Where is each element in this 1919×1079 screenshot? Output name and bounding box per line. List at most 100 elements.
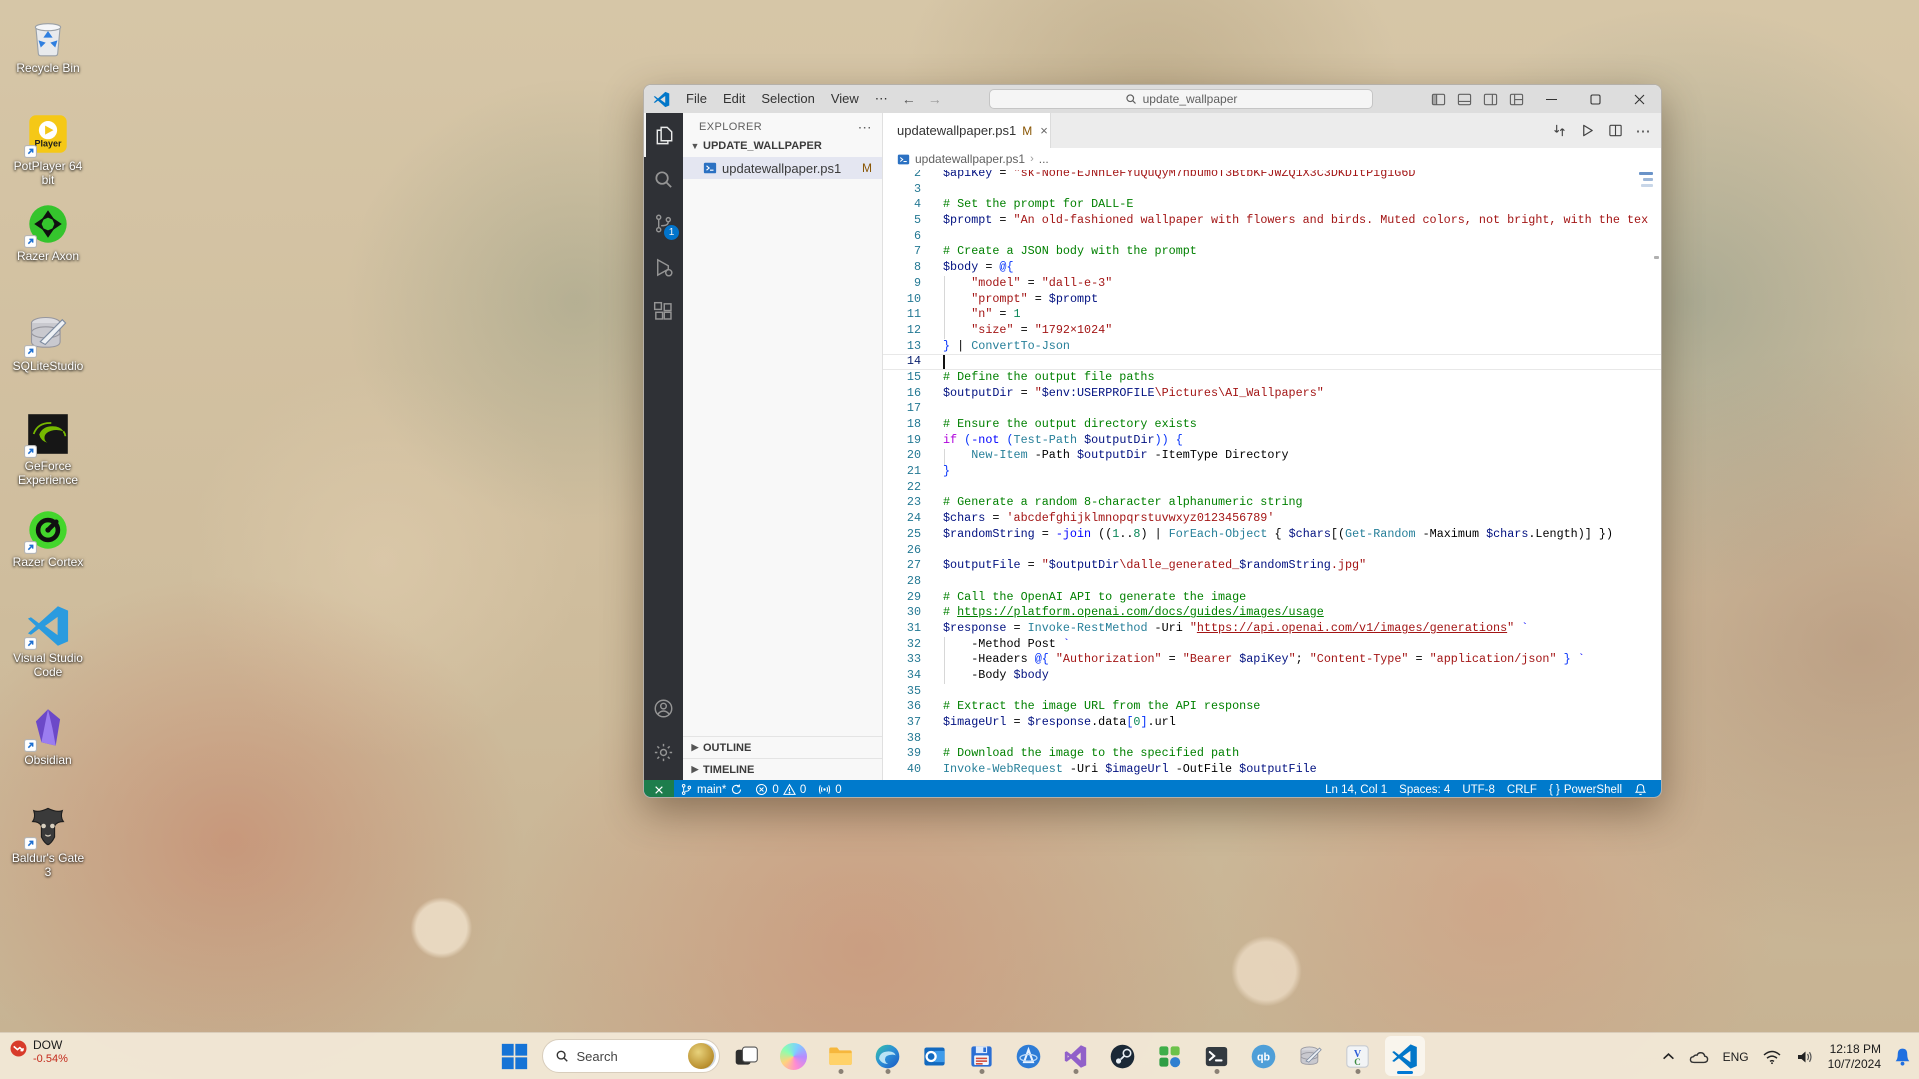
more-actions-icon[interactable]: ⋯	[1631, 119, 1655, 143]
minimize-button[interactable]	[1529, 85, 1573, 113]
file-item-updatewallpaper[interactable]: updatewallpaper.ps1 M	[683, 157, 882, 179]
code-line-39[interactable]: 39# Download the image to the specified …	[883, 746, 1661, 762]
code-line-37[interactable]: 37$imageUrl = $response.data[0].url	[883, 715, 1661, 731]
taskbar-outlook[interactable]	[915, 1036, 955, 1076]
section-timeline[interactable]: ▶ TIMELINE	[683, 758, 882, 780]
eol-status[interactable]: CRLF	[1501, 780, 1543, 798]
section-outline[interactable]: ▶ OUTLINE	[683, 736, 882, 758]
open-changes-icon[interactable]	[1547, 119, 1571, 143]
code-line-8[interactable]: 8$body = @{	[883, 260, 1661, 276]
settings-gear-icon[interactable]	[644, 730, 683, 774]
nav-forward-icon[interactable]: →	[928, 91, 942, 107]
explorer-actions-icon[interactable]: ⋯	[858, 119, 872, 136]
code-line-11[interactable]: 11 "n" = 1	[883, 307, 1661, 323]
desktop-icon-razer-cortex[interactable]: Razer Cortex	[6, 508, 90, 569]
section-update-wallpaper[interactable]: ▼ UPDATE_WALLPAPER	[683, 135, 882, 157]
widgets-button[interactable]: DOW -0.54%	[10, 1038, 68, 1066]
code-line-3[interactable]: 3	[883, 182, 1661, 198]
notification-bell-icon[interactable]	[1894, 1047, 1911, 1066]
problems-status[interactable]: 0 0	[749, 780, 812, 798]
account-icon[interactable]	[644, 686, 683, 730]
code-line-15[interactable]: 15# Define the output file paths	[883, 370, 1661, 386]
code-line-27[interactable]: 27$outputFile = "$outputDir\dalle_genera…	[883, 558, 1661, 574]
breadcrumb[interactable]: updatewallpaper.ps1 › ...	[883, 148, 1661, 170]
run-script-icon[interactable]	[1575, 119, 1599, 143]
desktop-icon-potplayer[interactable]: PlayerPotPlayer 64 bit	[6, 112, 90, 187]
encoding-status[interactable]: UTF-8	[1456, 780, 1501, 798]
code-line-23[interactable]: 23# Generate a random 8-character alphan…	[883, 495, 1661, 511]
code-line-26[interactable]: 26	[883, 543, 1661, 559]
wifi-icon[interactable]	[1762, 1049, 1782, 1065]
taskbar-veracrypt[interactable]: VC	[1338, 1036, 1378, 1076]
toggle-primary-sidebar-icon[interactable]	[1425, 88, 1451, 110]
code-line-31[interactable]: 31$response = Invoke-RestMethod -Uri "ht…	[883, 621, 1661, 637]
menu-view[interactable]: View	[823, 88, 867, 110]
code-line-29[interactable]: 29# Call the OpenAI API to generate the …	[883, 590, 1661, 606]
code-editor[interactable]: 2$apiKey = "sk-None-EJNhLeFYuQuQyM7hbumo…	[883, 170, 1661, 780]
taskbar-vscode[interactable]	[1385, 1036, 1425, 1076]
code-line-7[interactable]: 7# Create a JSON body with the prompt	[883, 244, 1661, 260]
desktop-icon-baldurs-gate-3[interactable]: Baldur's Gate 3	[6, 804, 90, 879]
taskbar-steam[interactable]	[1103, 1036, 1143, 1076]
code-line-32[interactable]: 32 -Method Post `	[883, 637, 1661, 653]
ports-status[interactable]: 0	[812, 780, 847, 798]
code-line-36[interactable]: 36# Extract the image URL from the API r…	[883, 699, 1661, 715]
code-line-17[interactable]: 17	[883, 401, 1661, 417]
tray-chevron-up-icon[interactable]	[1662, 1052, 1675, 1061]
source-control-icon[interactable]: 1	[644, 201, 683, 245]
taskbar-terminal[interactable]	[1197, 1036, 1237, 1076]
taskbar-copilot[interactable]	[774, 1036, 814, 1076]
taskbar-edge[interactable]	[868, 1036, 908, 1076]
explorer-icon[interactable]	[644, 113, 683, 157]
language-indicator[interactable]: ENG	[1723, 1050, 1749, 1064]
desktop-icon-sqlitestudio[interactable]: SQLiteStudio	[6, 312, 90, 373]
taskbar-qbittorrent[interactable]: qb	[1244, 1036, 1284, 1076]
code-line-21[interactable]: 21}	[883, 464, 1661, 480]
code-line-20[interactable]: 20 New-Item -Path $outputDir -ItemType D…	[883, 448, 1661, 464]
code-line-28[interactable]: 28	[883, 574, 1661, 590]
remote-indicator[interactable]	[644, 780, 674, 798]
menu-selection[interactable]: Selection	[753, 88, 822, 110]
code-line-5[interactable]: 5$prompt = "An old-fashioned wallpaper w…	[883, 213, 1661, 229]
split-editor-icon[interactable]	[1603, 119, 1627, 143]
code-line-35[interactable]: 35	[883, 684, 1661, 700]
language-mode-status[interactable]: { } PowerShell	[1543, 780, 1628, 798]
taskbar-floppy-disk-app[interactable]	[962, 1036, 1002, 1076]
clock[interactable]: 12:18 PM 10/7/2024	[1828, 1042, 1881, 1072]
taskbar-search[interactable]: Search	[542, 1039, 720, 1073]
taskbar-task-view[interactable]	[727, 1036, 767, 1076]
tab-close-icon[interactable]: ×	[1040, 123, 1048, 138]
tab-updatewallpaper[interactable]: updatewallpaper.ps1 M ×	[883, 113, 1051, 148]
desktop-icon-geforce-experience[interactable]: GeForce Experience	[6, 412, 90, 487]
code-line-16[interactable]: 16$outputDir = "$env:USERPROFILE\Picture…	[883, 386, 1661, 402]
taskbar-visual-studio[interactable]	[1056, 1036, 1096, 1076]
menu-edit[interactable]: Edit	[715, 88, 753, 110]
code-line-24[interactable]: 24$chars = 'abcdefghijklmnopqrstuvwxyz01…	[883, 511, 1661, 527]
taskbar-file-explorer[interactable]	[821, 1036, 861, 1076]
cursor-position-status[interactable]: Ln 14, Col 1	[1319, 780, 1393, 798]
desktop-icon-visual-studio-code[interactable]: Visual Studio Code	[6, 604, 90, 679]
search-sidebar-icon[interactable]	[644, 157, 683, 201]
code-line-4[interactable]: 4# Set the prompt for DALL-E	[883, 197, 1661, 213]
menu-more[interactable]: ⋯	[867, 91, 896, 107]
desktop-icon-obsidian[interactable]: Obsidian	[6, 706, 90, 767]
code-line-14[interactable]: 14	[883, 354, 1661, 370]
code-line-12[interactable]: 12 "size" = "1792×1024"	[883, 323, 1661, 339]
code-line-30[interactable]: 30# https://platform.openai.com/docs/gui…	[883, 605, 1661, 621]
code-line-2[interactable]: 2$apiKey = "sk-None-EJNhLeFYuQuQyM7hbumo…	[883, 170, 1661, 182]
code-line-9[interactable]: 9 "model" = "dall-e-3"	[883, 276, 1661, 292]
menu-file[interactable]: File	[678, 88, 715, 110]
close-button[interactable]	[1617, 85, 1661, 113]
onedrive-cloud-icon[interactable]	[1688, 1049, 1710, 1064]
code-line-33[interactable]: 33 -Headers @{ "Authorization" = "Bearer…	[883, 652, 1661, 668]
toggle-panel-icon[interactable]	[1451, 88, 1477, 110]
code-line-22[interactable]: 22	[883, 480, 1661, 496]
code-line-34[interactable]: 34 -Body $body	[883, 668, 1661, 684]
indentation-status[interactable]: Spaces: 4	[1393, 780, 1456, 798]
taskbar-blue-orbit-app[interactable]	[1009, 1036, 1049, 1076]
command-center-search[interactable]: update_wallpaper	[989, 89, 1373, 109]
desktop-icon-razer-axon[interactable]: Razer Axon	[6, 202, 90, 263]
desktop-icon-recycle-bin[interactable]: Recycle Bin	[6, 14, 90, 75]
toggle-secondary-sidebar-icon[interactable]	[1477, 88, 1503, 110]
notifications-bell-icon[interactable]	[1628, 780, 1653, 798]
